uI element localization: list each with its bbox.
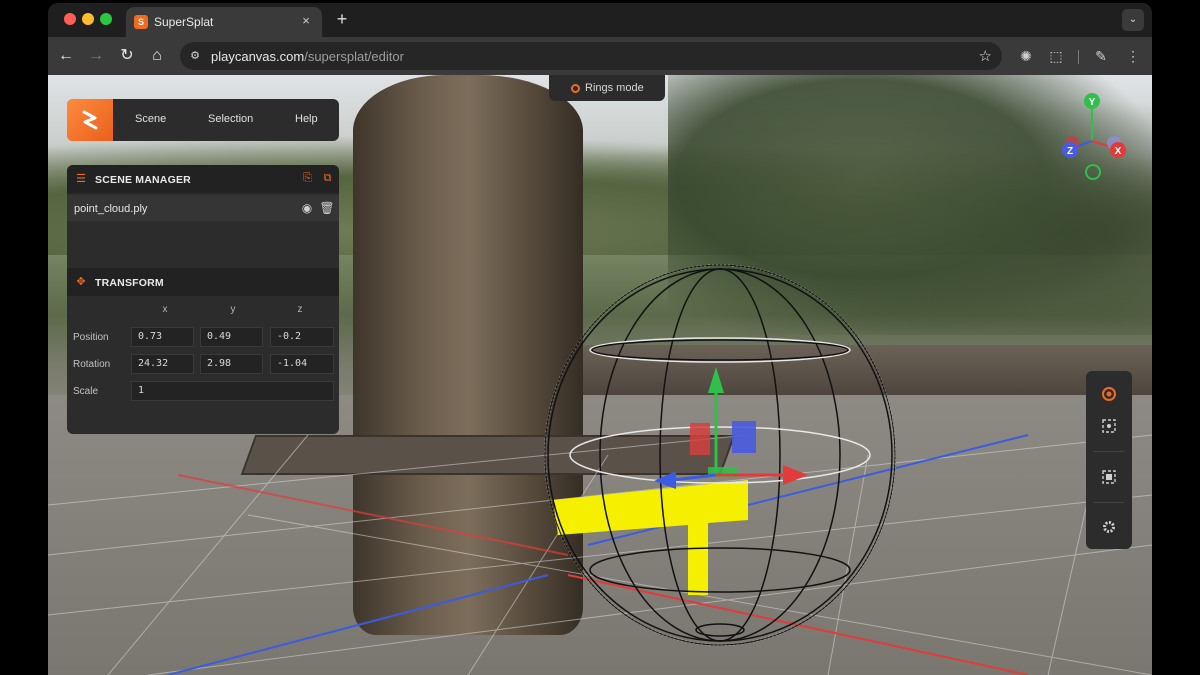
new-tab-button[interactable]: + — [332, 9, 352, 30]
home-button[interactable]: ⌂ — [145, 44, 169, 68]
rings-mode-icon — [571, 84, 580, 93]
menu-scene[interactable]: Scene — [135, 113, 166, 125]
axis-z-label: z — [297, 304, 303, 315]
rotation-y-field[interactable]: 2.98 — [200, 354, 263, 374]
gear-icon — [1103, 521, 1115, 533]
axis-y-label: y — [230, 304, 236, 315]
3d-viewport[interactable]: Rings mode Scene Selection Help ☰ SCENE … — [48, 75, 1152, 675]
visibility-eye-icon[interactable]: ◉ — [299, 200, 315, 216]
minimize-window-button[interactable] — [82, 13, 94, 25]
transform-header: ✥ TRANSFORM — [67, 268, 339, 296]
tab-close-icon[interactable]: × — [298, 13, 314, 28]
scene-manager-header: ☰ SCENE MANAGER ⎘ ⧉ — [67, 165, 339, 193]
settings-button[interactable] — [1096, 514, 1122, 540]
url-path: /supersplat/editor — [304, 49, 404, 64]
browser-tab[interactable]: S SuperSplat × — [126, 7, 322, 37]
gizmo-x-arrow[interactable] — [783, 465, 808, 485]
tab-strip: S SuperSplat × + ⌄ — [48, 3, 1152, 37]
side-panel: ☰ SCENE MANAGER ⎘ ⧉ point_cloud.ply ◉ 🗑 … — [67, 165, 339, 434]
browser-toolbar: ← → ↻ ⌂ ⚙ playcanvas.com/supersplat/edit… — [48, 37, 1152, 75]
transform-title: TRANSFORM — [95, 277, 164, 289]
gizmo-z-axis[interactable] — [672, 473, 717, 482]
position-z-field[interactable]: -0.2 — [270, 327, 334, 347]
gizmo-y-arrow[interactable] — [708, 367, 724, 393]
browser-menu-icon[interactable]: ⋮ — [1123, 46, 1143, 66]
x-axis-line — [177, 474, 569, 556]
brush-select-icon — [1102, 419, 1116, 433]
gizmo-z-arrow[interactable] — [654, 471, 676, 489]
navigation-gizmo[interactable]: Y Z X — [1052, 93, 1132, 183]
scale-field[interactable]: 1 — [131, 381, 334, 401]
site-info-icon[interactable]: ⚙ — [188, 49, 202, 63]
rings-tool-button[interactable] — [1096, 381, 1122, 407]
new-scene-icon[interactable]: ⧉ — [321, 172, 334, 185]
gizmo-plane-xz[interactable] — [690, 423, 710, 455]
rotation-z-field[interactable]: -1.04 — [270, 354, 334, 374]
delete-trash-icon[interactable]: 🗑 — [319, 200, 335, 216]
rings-mode-label: Rings mode — [585, 82, 644, 94]
position-x-field[interactable]: 0.73 — [131, 327, 194, 347]
nav-neg-y-ball[interactable] — [1085, 164, 1101, 180]
scene-manager-title: SCENE MANAGER — [95, 174, 191, 186]
file-name: point_cloud.ply — [74, 203, 148, 215]
menu-help[interactable]: Help — [295, 113, 318, 125]
gizmo-plane-yz[interactable] — [732, 421, 756, 453]
supersplat-favicon-icon: S — [134, 15, 148, 29]
rotation-x-field[interactable]: 24.32 — [131, 354, 194, 374]
supersplat-logo-icon — [82, 110, 98, 130]
toolbar-separator-2 — [1094, 502, 1124, 503]
nav-x-label: X — [1115, 146, 1122, 157]
extension-icon[interactable]: ✺ — [1016, 46, 1036, 66]
screen: S SuperSplat × + ⌄ ← → ↻ ⌂ ⚙ playcanvas.… — [0, 0, 1200, 675]
toolbar-divider — [1078, 50, 1079, 64]
brush-select-button[interactable] — [1096, 413, 1122, 439]
right-toolbar — [1086, 371, 1132, 549]
close-window-button[interactable] — [64, 13, 76, 25]
menu-selection[interactable]: Selection — [208, 113, 253, 125]
nav-y-label: Y — [1089, 97, 1096, 108]
z-axis-line — [167, 574, 549, 675]
app-menu-bar: Scene Selection Help — [67, 99, 339, 141]
url-text[interactable]: playcanvas.com/supersplat/editor — [211, 49, 404, 64]
address-bar[interactable]: ⚙ playcanvas.com/supersplat/editor ☆ — [180, 42, 1002, 70]
scale-label: Scale — [73, 386, 99, 397]
rect-select-button[interactable] — [1096, 464, 1122, 490]
rect-select-icon — [1102, 470, 1116, 484]
rings-tool-icon — [1102, 387, 1116, 401]
scene-file-row[interactable]: point_cloud.ply ◉ 🗑 — [67, 195, 339, 221]
profile-icon[interactable]: ✎ — [1091, 46, 1111, 66]
browser-window: S SuperSplat × + ⌄ ← → ↻ ⌂ ⚙ playcanvas.… — [48, 3, 1152, 675]
tab-search-button[interactable]: ⌄ — [1122, 9, 1144, 31]
back-button[interactable]: ← — [54, 44, 78, 68]
rotation-label: Rotation — [73, 359, 111, 370]
maximize-window-button[interactable] — [100, 13, 112, 25]
reload-button[interactable]: ↻ — [115, 44, 139, 68]
import-icon[interactable]: ⎘ — [301, 172, 314, 185]
axis-x-label: x — [162, 304, 168, 315]
transform-move-icon: ✥ — [76, 276, 86, 288]
tab-title: SuperSplat — [154, 15, 214, 29]
toolbar-separator — [1094, 451, 1124, 452]
extensions-puzzle-icon[interactable]: ⬚ — [1046, 46, 1066, 66]
bookmark-star-icon[interactable]: ☆ — [979, 47, 992, 65]
position-y-field[interactable]: 0.49 — [200, 327, 263, 347]
forward-button[interactable]: → — [84, 44, 108, 68]
scene-manager-icon: ☰ — [76, 173, 86, 185]
rings-sphere-gizmo[interactable] — [544, 264, 896, 646]
nav-z-label: Z — [1067, 146, 1073, 157]
url-domain: playcanvas.com — [211, 49, 305, 64]
supersplat-logo[interactable] — [67, 99, 113, 141]
rings-mode-indicator[interactable]: Rings mode — [549, 75, 665, 101]
position-label: Position — [73, 332, 109, 343]
